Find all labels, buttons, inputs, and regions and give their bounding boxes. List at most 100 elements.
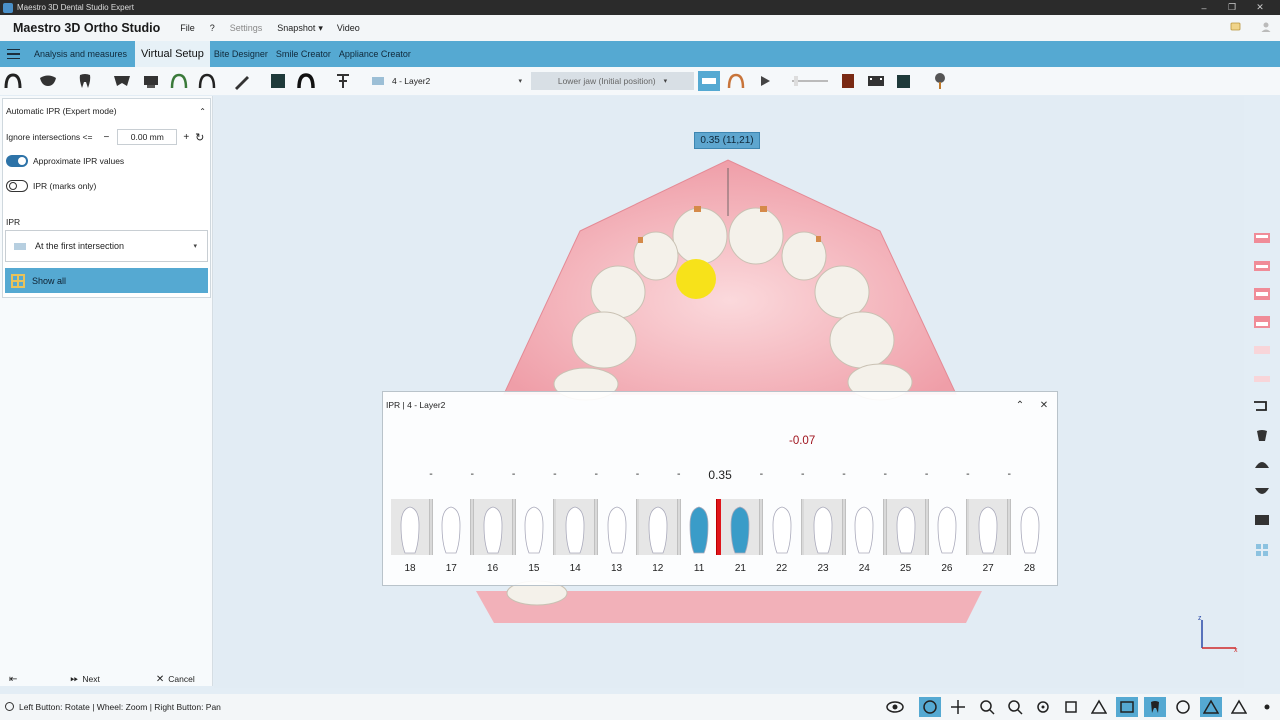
tooth-icon[interactable] [75, 71, 95, 91]
tooth-mode-icon[interactable] [1144, 697, 1166, 717]
user-icon[interactable] [1260, 21, 1272, 33]
close-dialog-button[interactable]: ✕ [1037, 398, 1051, 412]
square-icon[interactable] [268, 71, 288, 91]
occlusion-view-icon[interactable] [1250, 256, 1274, 276]
chevron-up-icon[interactable]: ⌃ [1013, 398, 1027, 412]
arch-icon[interactable] [3, 71, 23, 91]
grid-icon[interactable] [1172, 697, 1194, 717]
svg-text:x: x [1234, 647, 1238, 654]
tooth-cell-11[interactable] [680, 499, 718, 555]
target-icon[interactable] [1032, 697, 1054, 717]
tab-appliance-creator[interactable]: Appliance Creator [335, 41, 415, 67]
ipr-value-tag[interactable]: 0.35 (11,21) [694, 132, 760, 149]
upper-view-icon[interactable] [1250, 228, 1274, 248]
section-header[interactable]: Automatic IPR (Expert mode) ⌃ [6, 106, 206, 116]
arch-wire-icon[interactable] [169, 71, 189, 91]
tooth-top-icon[interactable] [1250, 426, 1274, 446]
chat-icon[interactable] [1230, 21, 1242, 33]
film-icon[interactable] [866, 71, 886, 91]
tab-analysis[interactable]: Analysis and measures [30, 41, 131, 67]
tooth-cell-17[interactable] [432, 499, 470, 555]
tooth-cell-16[interactable] [473, 499, 512, 555]
close-window-button[interactable]: ✕ [1246, 0, 1274, 15]
jaw-position-select[interactable]: Lower jaw (Initial position) ▾ [531, 72, 694, 90]
tooth-cell-28[interactable] [1011, 499, 1049, 555]
tooth-cell-23[interactable] [804, 499, 842, 555]
tooth-cell-14[interactable] [556, 499, 595, 555]
zoom-in-icon[interactable] [976, 697, 998, 717]
minimize-button[interactable]: – [1190, 0, 1218, 15]
tree-icon[interactable] [930, 71, 950, 91]
maximize-button[interactable]: ❐ [1218, 0, 1246, 15]
front-view-icon[interactable] [1250, 284, 1274, 304]
reset-icon[interactable]: ↻ [195, 131, 204, 144]
ipr-mode-select[interactable]: At the first intersection ▾ [5, 230, 208, 262]
tab-virtual-setup[interactable]: Virtual Setup [135, 41, 210, 67]
tooth-cell-27[interactable] [969, 499, 1008, 555]
cancel-button[interactable]: Cancel [168, 674, 194, 684]
panel-toggle-icon[interactable]: ⇤ [9, 674, 17, 685]
show-all-button[interactable]: Show all [5, 268, 208, 293]
tooth-cell-12[interactable] [638, 499, 677, 555]
menu-video[interactable]: Video [337, 23, 360, 33]
marks-toggle[interactable] [6, 180, 28, 192]
attachments-icon[interactable] [141, 71, 161, 91]
gum-hidden-icon[interactable] [1250, 340, 1274, 360]
tooth-bottom-icon[interactable] [1250, 482, 1274, 502]
rotate-icon[interactable] [919, 697, 941, 717]
tooth-cell-13[interactable] [598, 499, 636, 555]
tooth-number: 13 [610, 563, 623, 574]
layer-select[interactable]: 4 - Layer2 ▾ [372, 72, 522, 90]
tooth-cell-24[interactable] [845, 499, 883, 555]
increment-button[interactable]: + [183, 132, 189, 143]
tab-bite-designer[interactable]: Bite Designer [210, 41, 272, 67]
gum-transparent-icon[interactable] [1250, 368, 1274, 388]
arch-form-icon[interactable] [197, 71, 217, 91]
tooth-cell-22[interactable] [763, 499, 801, 555]
next-button[interactable]: Next [82, 674, 99, 684]
menu-snapshot[interactable]: Snapshot [277, 23, 315, 33]
triangle-outline-icon[interactable] [1228, 697, 1250, 717]
export-icon[interactable] [894, 71, 914, 91]
book-icon[interactable] [838, 71, 858, 91]
arch-dark-icon[interactable] [296, 71, 316, 91]
tooth-icon [607, 506, 626, 554]
menu-settings[interactable]: Settings [230, 23, 263, 33]
pen-icon[interactable] [232, 71, 252, 91]
play-icon[interactable] [755, 71, 775, 91]
menu-file[interactable]: File [180, 23, 195, 33]
approx-toggle[interactable] [6, 155, 28, 167]
tooth-cell-25[interactable] [886, 499, 925, 555]
tooth-side-icon[interactable] [1250, 454, 1274, 474]
tooth-cell-26[interactable] [928, 499, 966, 555]
warning-outline-icon[interactable] [1088, 697, 1110, 717]
image-icon[interactable] [1116, 697, 1138, 717]
cube-icon[interactable] [1060, 697, 1082, 717]
tooth-cell-21[interactable] [721, 499, 760, 555]
triangle-icon[interactable] [1200, 697, 1222, 717]
tooth-cell-15[interactable] [515, 499, 553, 555]
menu-help[interactable]: ? [210, 23, 215, 33]
zoom-out-icon[interactable] [1004, 697, 1026, 717]
more-icon[interactable] [1256, 697, 1278, 717]
jaw-icon[interactable] [38, 71, 58, 91]
hamburger-menu-icon[interactable] [0, 41, 26, 67]
eye-icon[interactable] [884, 697, 906, 717]
module-tabs: Analysis and measures Virtual Setup Bite… [0, 41, 1280, 67]
arch-orange-icon[interactable] [726, 71, 746, 91]
grid-view-icon[interactable] [1250, 540, 1274, 560]
ignore-value-input[interactable]: 0.00 mm [117, 129, 178, 145]
tooth-cell-18[interactable] [391, 499, 429, 555]
gum-icon[interactable] [112, 71, 132, 91]
lasso-icon[interactable] [1250, 396, 1274, 416]
ipr-tool-icon[interactable] [698, 71, 720, 91]
lower-view-icon[interactable] [1250, 312, 1274, 332]
grid-icon [11, 273, 25, 288]
tooth-block-icon[interactable] [1250, 510, 1274, 530]
decrement-button[interactable]: − [103, 132, 109, 143]
tab-smile-creator[interactable]: Smile Creator [272, 41, 335, 67]
pan-icon[interactable] [947, 697, 969, 717]
status-hint: Left Button: Rotate | Wheel: Zoom | Righ… [19, 702, 221, 712]
measure-icon[interactable] [333, 71, 353, 91]
timeline-slider[interactable] [790, 71, 830, 91]
